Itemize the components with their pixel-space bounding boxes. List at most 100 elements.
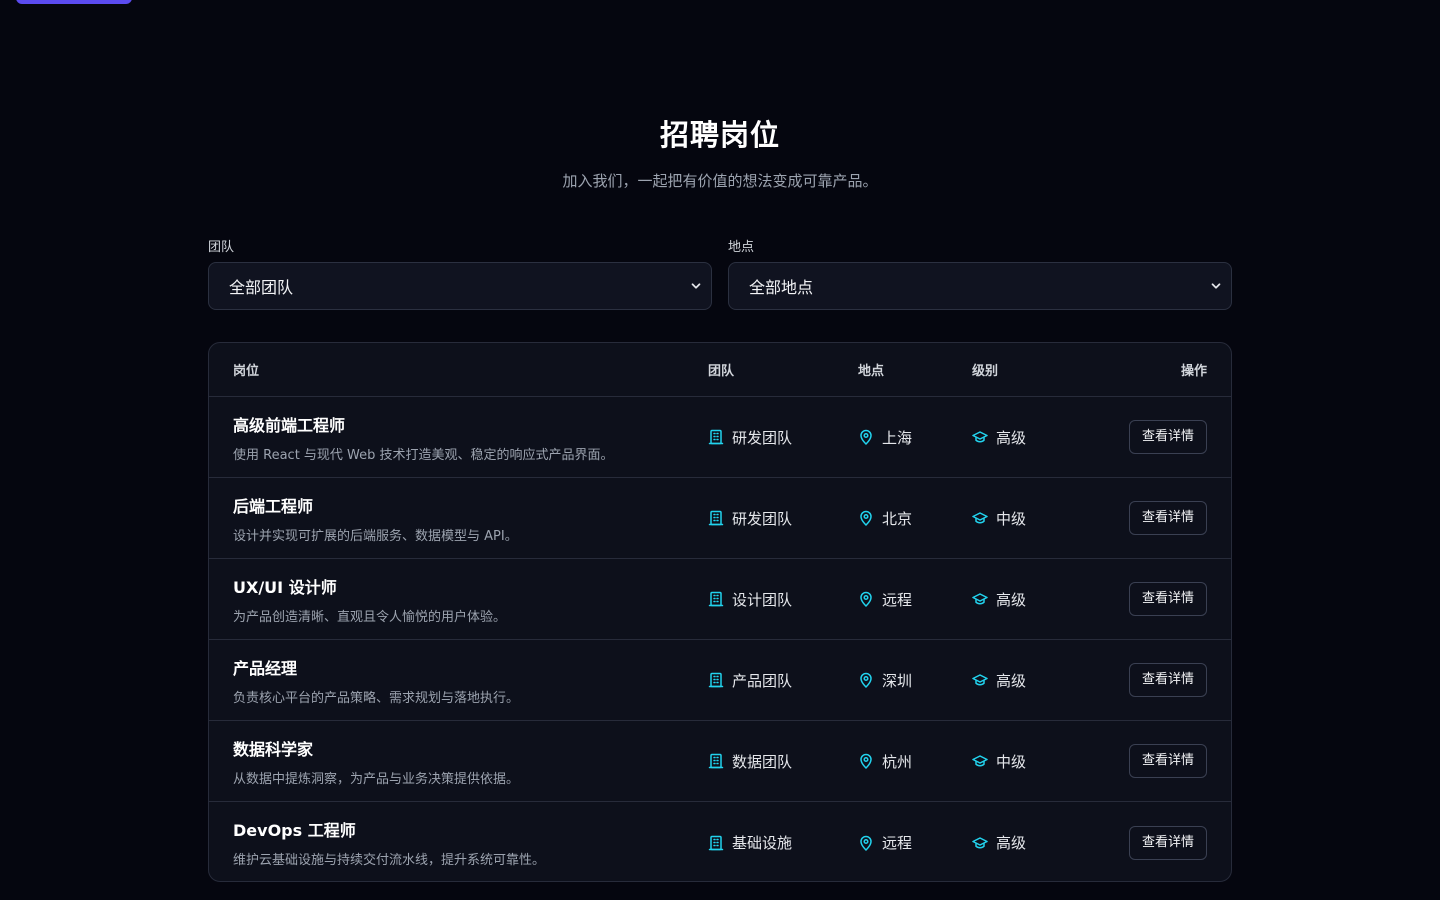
chevron-down-icon [691,283,701,289]
table-row: 高级前端工程师 使用 React 与现代 Web 技术打造美观、稳定的响应式产品… [209,397,1231,478]
location-cell: 远程 [858,589,972,610]
location-select-value: 全部地点 [749,278,814,297]
team-cell: 设计团队 [708,589,858,610]
level-name: 高级 [996,428,1027,447]
graduation-cap-icon [972,755,988,767]
team-name: 设计团队 [732,590,793,609]
location-cell: 深圳 [858,670,972,691]
page-title: 招聘岗位 [659,118,780,152]
role-title: 后端工程师 [233,496,314,516]
role-title: DevOps 工程师 [233,821,356,840]
page-subtitle: 加入我们，一起把有价值的想法变成可靠产品。 [562,172,878,190]
view-details-button[interactable]: 查看详情 [1128,501,1207,535]
location-name: 远程 [882,834,913,852]
map-pin-icon [860,429,872,445]
level-name: 中级 [996,752,1027,771]
team-cell: 产品团队 [708,670,858,691]
team-cell: 研发团队 [708,508,858,529]
level-cell: 高级 [972,832,1072,853]
level-cell: 中级 [972,508,1072,529]
action-cell: 查看详情 [1072,501,1231,535]
role-cell: 高级前端工程师 使用 React 与现代 Web 技术打造美观、稳定的响应式产品… [209,412,708,463]
column-header-level: 级别 [972,364,999,379]
building-icon [708,429,724,445]
column-header-location: 地点 [858,364,885,379]
role-cell: 后端工程师 设计并实现可扩展的后端服务、数据模型与 API。 [209,493,708,544]
location-name: 深圳 [882,671,913,690]
building-icon [708,835,724,850]
location-name: 杭州 [882,752,913,771]
map-pin-icon [860,591,872,607]
location-name: 远程 [882,590,913,609]
chevron-down-icon [1211,283,1221,289]
map-pin-icon [860,510,872,526]
location-cell: 北京 [858,508,972,529]
graduation-cap-icon [972,431,988,443]
action-cell: 查看详情 [1072,825,1231,860]
role-description: 维护云基础设施与持续交付流水线，提升系统可靠性。 [233,853,546,868]
table-row: UX/UI 设计师 为产品创造清晰、直观且令人愉悦的用户体验。 设计团队 远程 … [209,559,1231,640]
location-select[interactable]: 全部地点 [728,262,1232,310]
map-pin-icon [860,835,872,851]
team-filter: 团队 全部团队 [208,236,712,310]
view-details-button[interactable]: 查看详情 [1128,825,1207,860]
map-pin-icon [860,753,872,769]
action-cell: 查看详情 [1072,582,1231,616]
team-cell: 基础设施 [708,832,858,853]
team-name: 研发团队 [732,509,793,528]
graduation-cap-icon [972,512,988,524]
location-cell: 上海 [858,427,972,448]
view-details-button[interactable]: 查看详情 [1128,663,1207,697]
location-name: 上海 [882,428,913,447]
role-title: 产品经理 [233,658,298,678]
jobs-table: 岗位 团队 地点 级别 操作 高级前端工程师 使用 React 与现代 Web … [208,342,1232,882]
table-row: 数据科学家 从数据中提炼洞察，为产品与业务决策提供依据。 数据团队 杭州 中级 … [209,721,1231,802]
team-name: 数据团队 [732,752,793,771]
column-header-role: 岗位 [233,364,260,379]
role-cell: 产品经理 负责核心平台的产品策略、需求规划与落地执行。 [209,655,708,706]
role-title: 数据科学家 [233,739,314,759]
graduation-cap-icon [972,674,988,686]
building-icon [708,510,724,526]
level-name: 中级 [996,509,1027,528]
team-cell: 研发团队 [708,427,858,448]
table-header: 岗位 团队 地点 级别 操作 [209,343,1231,397]
team-cell: 数据团队 [708,751,858,772]
view-details-button[interactable]: 查看详情 [1128,744,1207,778]
role-description: 使用 React 与现代 Web 技术打造美观、稳定的响应式产品界面。 [233,447,614,463]
level-cell: 中级 [972,751,1072,772]
role-title: UX/UI 设计师 [233,577,337,597]
filters: 团队 全部团队 地点 全部地点 [208,236,1232,310]
role-cell: DevOps 工程师 维护云基础设施与持续交付流水线，提升系统可靠性。 [209,817,708,868]
level-name: 高级 [996,834,1027,852]
location-name: 北京 [882,509,913,528]
column-header-team: 团队 [708,364,735,379]
column-header-action: 操作 [1180,364,1207,379]
view-details-button[interactable]: 查看详情 [1128,582,1207,616]
level-cell: 高级 [972,589,1072,610]
location-filter-label: 地点 [728,240,755,255]
level-cell: 高级 [972,670,1072,691]
role-cell: 数据科学家 从数据中提炼洞察，为产品与业务决策提供依据。 [209,736,708,787]
page-header: 招聘岗位 加入我们，一起把有价值的想法变成可靠产品。 [0,112,1440,191]
action-cell: 查看详情 [1072,744,1231,778]
action-cell: 查看详情 [1072,663,1231,697]
building-icon [708,753,724,769]
table-body: 高级前端工程师 使用 React 与现代 Web 技术打造美观、稳定的响应式产品… [209,397,1231,881]
level-cell: 高级 [972,427,1072,448]
role-cell: UX/UI 设计师 为产品创造清晰、直观且令人愉悦的用户体验。 [209,574,708,625]
table-row: 后端工程师 设计并实现可扩展的后端服务、数据模型与 API。 研发团队 北京 中… [209,478,1231,559]
team-select[interactable]: 全部团队 [208,262,712,310]
top-accent-bar [16,0,132,4]
building-icon [708,591,724,607]
graduation-cap-icon [972,593,988,605]
team-name: 基础设施 [732,834,793,852]
role-description: 设计并实现可扩展的后端服务、数据模型与 API。 [233,528,518,544]
role-title: 高级前端工程师 [233,415,346,435]
team-select-value: 全部团队 [229,278,294,297]
location-filter: 地点 全部地点 [728,236,1232,310]
view-details-button[interactable]: 查看详情 [1128,420,1207,454]
team-name: 产品团队 [732,671,793,690]
map-pin-icon [860,672,872,688]
team-filter-label: 团队 [208,240,235,255]
